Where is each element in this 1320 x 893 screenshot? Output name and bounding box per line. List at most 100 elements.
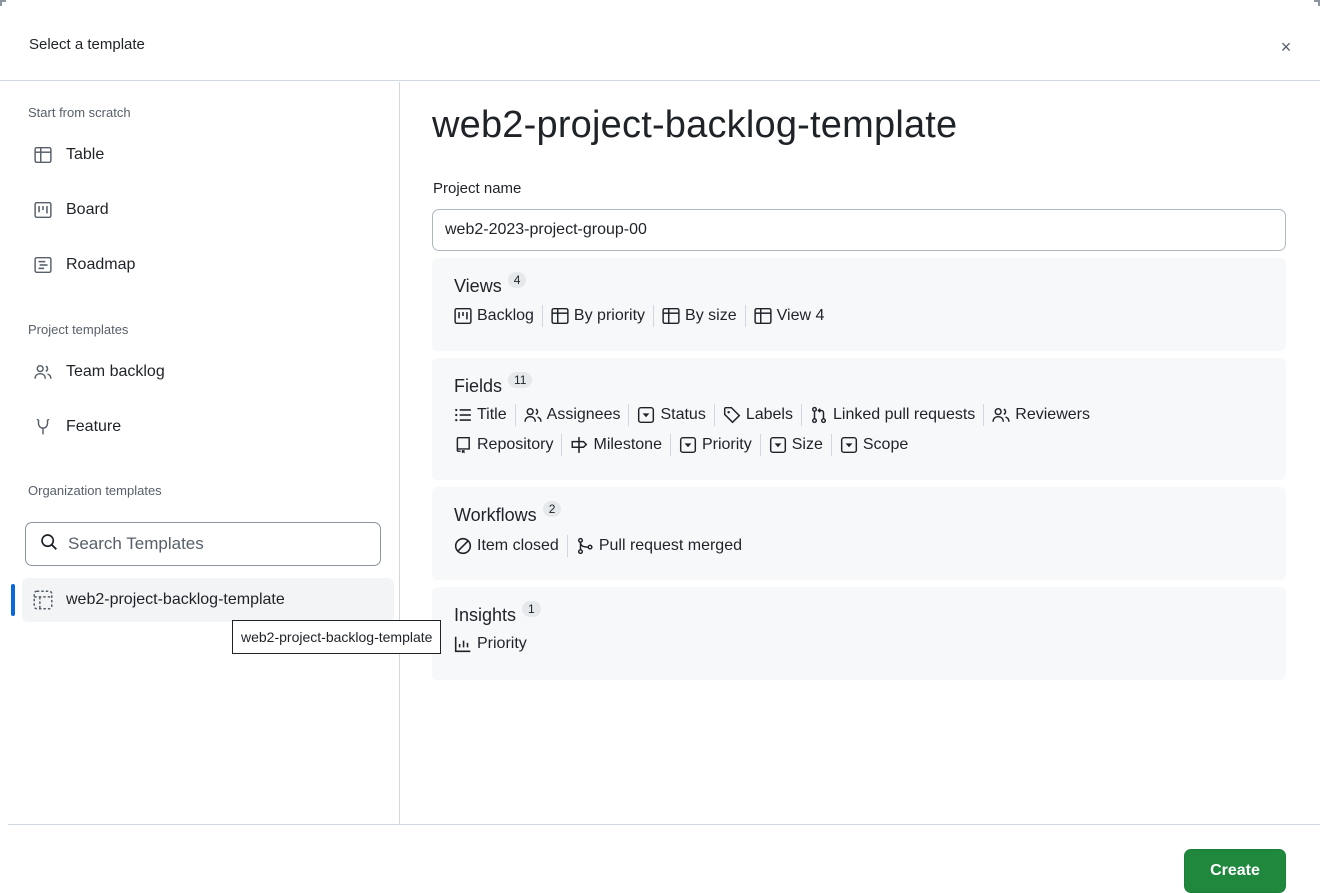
sidebar-item-label: web2-project-backlog-template (66, 591, 285, 608)
field-label: Size (791, 436, 823, 453)
views-title: Views 4 (454, 272, 527, 297)
workflow-label: Pull request merged (598, 537, 742, 554)
divider (744, 305, 746, 327)
project-name-input[interactable] (432, 209, 1286, 251)
views-card: Views 4 Backlog By priority By size View… (432, 258, 1286, 351)
sidebar-item-label: Board (66, 201, 109, 218)
field-label: Assignees (546, 406, 621, 423)
insights-card: Insights 1 Priority (432, 587, 1286, 680)
divider (759, 434, 761, 456)
pull-request-icon (811, 406, 827, 424)
board-icon (454, 307, 472, 325)
footer-divider (8, 824, 1320, 825)
divider (561, 434, 563, 456)
workflows-card: Workflows 2 Item closed Pull request mer… (432, 487, 1286, 580)
view-label: View 4 (776, 307, 825, 324)
divider (628, 404, 630, 426)
table-icon (32, 144, 54, 166)
field-label: Repository (477, 436, 554, 453)
single-select-icon (679, 436, 697, 454)
field-chip: Labels (723, 406, 793, 424)
field-chip: Status (637, 406, 706, 424)
fields-card: Fields 11 Title Assignees Status Labels (432, 358, 1286, 480)
workflow-label: Item closed (477, 537, 559, 554)
views-list: Backlog By priority By size View 4 (454, 305, 824, 327)
divider (713, 404, 715, 426)
template-dialog: Select a template × Start from scratch T… (0, 0, 1320, 893)
insight-chip: Priority (454, 635, 527, 653)
field-chip: Size (769, 436, 823, 454)
field-chip: Assignees (524, 406, 621, 424)
divider (514, 404, 516, 426)
field-label: Labels (745, 406, 793, 423)
roadmap-icon (32, 254, 54, 276)
insight-label: Priority (477, 635, 527, 652)
close-icon: × (1280, 36, 1292, 57)
fields-title: Fields 11 (454, 372, 533, 397)
field-chip: Linked pull requests (810, 406, 975, 424)
close-button[interactable]: × (1275, 36, 1297, 58)
field-label: Scope (862, 436, 909, 453)
single-select-icon (840, 436, 857, 454)
section-label-org-templates: Organization templates (28, 483, 162, 498)
git-merge-icon (577, 537, 593, 555)
milestone-icon (572, 437, 588, 453)
people-icon (32, 361, 54, 383)
field-label: Status (660, 406, 706, 423)
sidebar-item-table[interactable]: Table (22, 133, 394, 177)
template-icon (32, 589, 54, 611)
field-chip: Reviewers (992, 406, 1090, 424)
workflow-chip: Item closed (454, 537, 559, 555)
section-label-scratch: Start from scratch (28, 105, 131, 120)
workflows-list: Item closed Pull request merged (454, 535, 742, 557)
view-chip: By priority (551, 307, 645, 325)
field-label: Linked pull requests (832, 406, 976, 423)
selection-indicator (11, 584, 15, 616)
field-chip: Scope (840, 436, 908, 454)
sidebar-item-label: Feature (66, 418, 122, 435)
workflows-count-badge: 2 (542, 501, 562, 517)
divider (566, 535, 568, 557)
view-label: By priority (573, 307, 646, 324)
table-icon (662, 307, 680, 325)
field-chip: Priority (679, 436, 752, 454)
view-label: By size (685, 307, 737, 324)
card-title-text: Views (454, 276, 502, 296)
people-icon (992, 407, 1010, 422)
sidebar-item-board[interactable]: Board (22, 188, 394, 232)
tag-icon (723, 406, 741, 424)
workflows-title: Workflows 2 (454, 501, 562, 526)
insights-list: Priority (454, 635, 527, 653)
fields-count-badge: 11 (508, 372, 533, 388)
create-button[interactable]: Create (1184, 849, 1286, 893)
project-name-label: Project name (433, 180, 522, 197)
divider (983, 404, 985, 426)
field-chip: Title (454, 406, 507, 424)
card-title-text: Fields (454, 376, 503, 396)
sidebar-item-label: Team backlog (66, 363, 165, 380)
board-icon (32, 199, 54, 221)
dialog-header: Select a template × (0, 0, 1320, 81)
search-input[interactable] (68, 534, 368, 554)
sidebar-item-team-backlog[interactable]: Team backlog (22, 350, 394, 394)
view-chip: By size (662, 307, 737, 325)
single-select-icon (638, 406, 655, 424)
card-title-text: Workflows (454, 505, 537, 525)
sidebar-item-feature[interactable]: Feature (22, 405, 394, 449)
search-icon (40, 533, 58, 556)
field-chip: Milestone (570, 436, 662, 454)
divider (830, 434, 832, 456)
divider (653, 305, 655, 327)
fields-list-row-2: Repository Milestone Priority Size Scope (454, 434, 908, 456)
sidebar-item-roadmap[interactable]: Roadmap (22, 243, 394, 287)
workflow-chip: Pull request merged (576, 537, 742, 555)
fields-list-row-1: Title Assignees Status Labels Linked pul… (454, 404, 1090, 426)
insights-title: Insights 1 (454, 601, 541, 626)
view-chip: Backlog (454, 307, 534, 325)
table-icon (551, 307, 569, 325)
template-search[interactable] (25, 522, 381, 566)
sidebar-item-org-template[interactable]: web2-project-backlog-template (22, 578, 394, 622)
insights-count-badge: 1 (522, 601, 541, 617)
table-icon (754, 307, 772, 325)
sidebar-item-label: Table (66, 146, 105, 163)
